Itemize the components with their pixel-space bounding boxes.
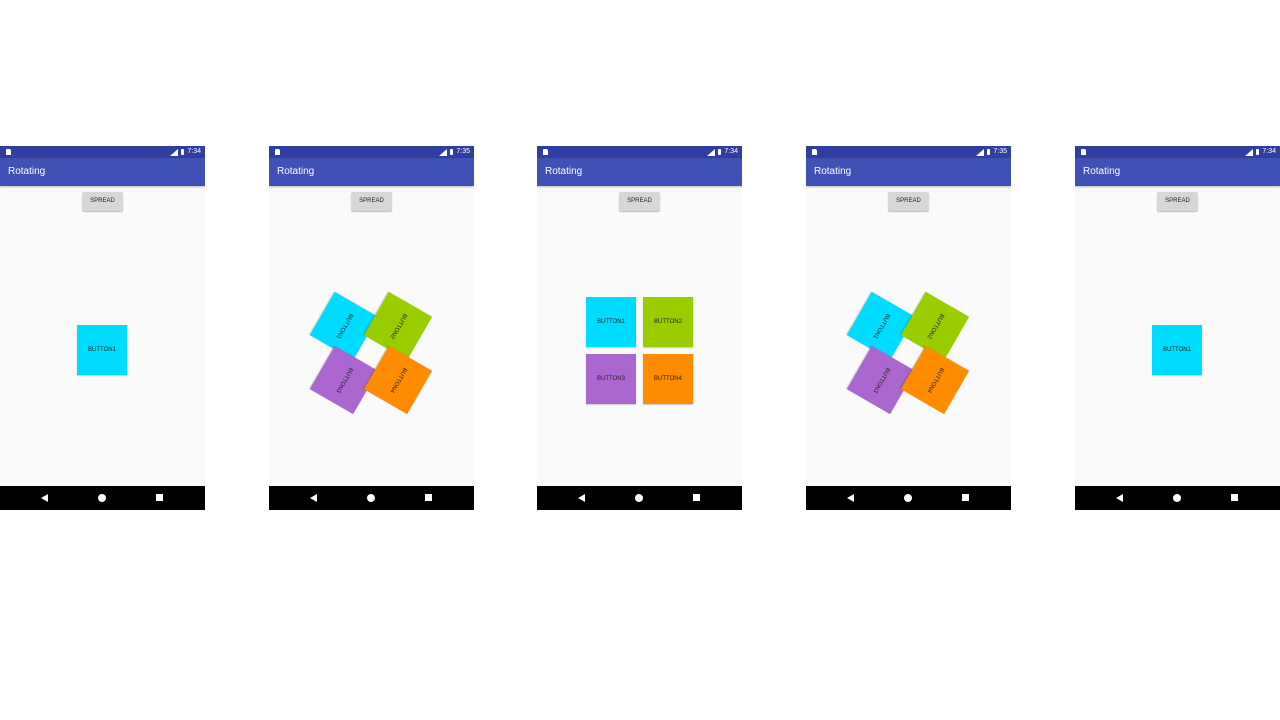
status-bar: 7:34 <box>1075 146 1280 158</box>
navigation-bar <box>0 486 205 510</box>
home-icon[interactable] <box>98 494 106 502</box>
app-title: Rotating <box>277 166 315 177</box>
battery-icon <box>181 149 185 155</box>
back-icon[interactable] <box>1116 494 1123 502</box>
battery-icon <box>987 149 991 155</box>
navigation-bar <box>537 486 742 510</box>
app-bar: Rotating <box>537 158 742 186</box>
sd-card-icon <box>1081 149 1086 155</box>
phone-screen-3: 7:34 Rotating SPREAD BUTTON1 BUTTON2 BUT… <box>537 146 742 510</box>
status-bar: 7:34 <box>537 146 742 158</box>
battery-icon <box>718 149 722 155</box>
button2[interactable]: BUTTON2 <box>900 291 970 361</box>
spread-button[interactable]: SPREAD <box>1157 192 1198 211</box>
app-bar: Rotating <box>1075 158 1280 186</box>
home-icon[interactable] <box>1173 494 1181 502</box>
signal-icon <box>976 148 985 156</box>
back-icon[interactable] <box>41 494 48 502</box>
status-time: 7:34 <box>187 148 201 155</box>
signal-icon <box>707 148 716 156</box>
app-title: Rotating <box>814 166 852 177</box>
battery-icon <box>1256 149 1260 155</box>
button1[interactable]: BUTTON1 <box>586 297 636 347</box>
phone-screen-1: 7:34 Rotating SPREAD BUTTON1 <box>0 146 205 510</box>
button2[interactable]: BUTTON2 <box>363 291 433 361</box>
back-icon[interactable] <box>578 494 585 502</box>
home-icon[interactable] <box>904 494 912 502</box>
app-title: Rotating <box>545 166 583 177</box>
status-time: 7:34 <box>1262 148 1276 155</box>
spread-button[interactable]: SPREAD <box>619 192 660 211</box>
back-icon[interactable] <box>847 494 854 502</box>
home-icon[interactable] <box>635 494 643 502</box>
spread-button[interactable]: SPREAD <box>82 192 123 211</box>
status-bar: 7:35 <box>806 146 1011 158</box>
phone-screen-4: 7:35 Rotating SPREAD BUTTON1 BUTTON2 BUT… <box>806 146 1011 510</box>
app-bar: Rotating <box>0 158 205 186</box>
navigation-bar <box>269 486 474 510</box>
back-icon[interactable] <box>310 494 317 502</box>
app-title: Rotating <box>1083 166 1121 177</box>
home-icon[interactable] <box>367 494 375 502</box>
button4[interactable]: BUTTON4 <box>363 345 433 415</box>
recent-apps-icon[interactable] <box>156 494 163 501</box>
spread-button[interactable]: SPREAD <box>888 192 929 211</box>
sd-card-icon <box>812 149 817 155</box>
status-time: 7:35 <box>456 148 470 155</box>
status-time: 7:35 <box>993 148 1007 155</box>
sd-card-icon <box>543 149 548 155</box>
signal-icon <box>1245 148 1254 156</box>
phone-screen-5: 7:34 Rotating SPREAD BUTTON1 <box>1075 146 1280 510</box>
phone-screen-2: 7:35 Rotating SPREAD BUTTON1 BUTTON2 BUT… <box>269 146 474 510</box>
sd-card-icon <box>6 149 11 155</box>
navigation-bar <box>1075 486 1280 510</box>
recent-apps-icon[interactable] <box>962 494 969 501</box>
app-bar: Rotating <box>806 158 1011 186</box>
recent-apps-icon[interactable] <box>425 494 432 501</box>
button1[interactable]: BUTTON1 <box>1152 325 1202 375</box>
navigation-bar <box>806 486 1011 510</box>
button3[interactable]: BUTTON3 <box>586 354 636 404</box>
status-bar: 7:34 <box>0 146 205 158</box>
status-time: 7:34 <box>724 148 738 155</box>
signal-icon <box>439 148 448 156</box>
sd-card-icon <box>275 149 280 155</box>
status-bar: 7:35 <box>269 146 474 158</box>
signal-icon <box>170 148 179 156</box>
battery-icon <box>450 149 454 155</box>
app-bar: Rotating <box>269 158 474 186</box>
app-title: Rotating <box>8 166 46 177</box>
button4[interactable]: BUTTON4 <box>643 354 693 404</box>
button1[interactable]: BUTTON1 <box>77 325 127 375</box>
recent-apps-icon[interactable] <box>693 494 700 501</box>
button4[interactable]: BUTTON4 <box>900 345 970 415</box>
button2[interactable]: BUTTON2 <box>643 297 693 347</box>
spread-button[interactable]: SPREAD <box>351 192 392 211</box>
recent-apps-icon[interactable] <box>1231 494 1238 501</box>
